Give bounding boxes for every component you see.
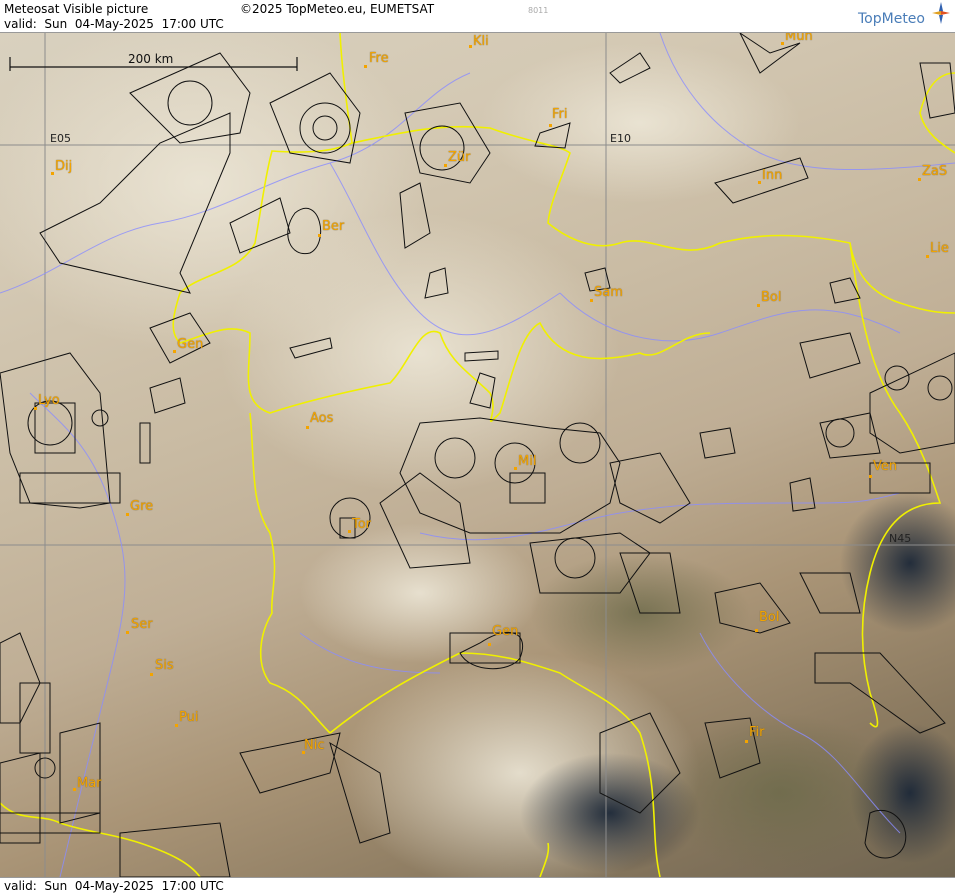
- city-label[interactable]: Fir: [749, 725, 765, 740]
- compass-logo-icon: [932, 2, 950, 24]
- city-label[interactable]: Gre: [130, 499, 153, 514]
- footer-bar: valid: Sun 04-May-2025 17:00 UTC: [0, 877, 955, 893]
- city-label[interactable]: Kli: [473, 34, 489, 49]
- copyright-text: ©2025 TopMeteo.eu, EUMETSAT: [240, 2, 435, 16]
- city-label[interactable]: Tor: [352, 517, 371, 532]
- city-label[interactable]: Lyo: [38, 393, 60, 408]
- image-code: 8011: [528, 6, 549, 15]
- city-label[interactable]: Sam: [594, 285, 623, 300]
- grid-label-n45: N45: [889, 532, 912, 545]
- city-label[interactable]: Fri: [552, 107, 568, 122]
- city-label[interactable]: Ven: [873, 459, 897, 474]
- city-label[interactable]: Zür: [448, 150, 471, 165]
- valid-time: valid: Sun 04-May-2025 17:00 UTC: [4, 17, 224, 31]
- city-label[interactable]: Bol: [761, 290, 781, 305]
- city-label[interactable]: Mun: [785, 33, 813, 44]
- grid-label-e10: E10: [610, 132, 631, 145]
- city-label[interactable]: Ser: [131, 617, 153, 632]
- city-label[interactable]: Mil: [518, 454, 536, 469]
- city-label[interactable]: Pui: [179, 710, 198, 725]
- city-label[interactable]: Dij: [55, 159, 72, 174]
- city-label[interactable]: Fre: [369, 51, 389, 66]
- topmeteo-logo[interactable]: TopMeteo: [858, 2, 950, 27]
- city-label[interactable]: ZaS: [922, 164, 947, 179]
- city-label[interactable]: Lie: [930, 241, 949, 256]
- image-title: Meteosat Visible picture: [4, 2, 149, 16]
- city-label[interactable]: Gen: [177, 337, 203, 352]
- city-label[interactable]: Ber: [322, 219, 344, 234]
- city-label[interactable]: Gen: [492, 624, 518, 639]
- scale-bar-label: 200 km: [128, 52, 174, 66]
- city-label[interactable]: Aos: [310, 411, 333, 426]
- city-label[interactable]: Mar: [77, 776, 102, 791]
- map-overlay: [0, 33, 955, 877]
- grid-label-e05: E05: [50, 132, 71, 145]
- city-label[interactable]: Nic: [304, 738, 324, 753]
- satellite-map[interactable]: 200 km E05 E10 N45 Kli Mun Fre Fri Dij Z…: [0, 33, 955, 877]
- city-label[interactable]: Sis: [155, 658, 174, 673]
- map-viewer: Meteosat Visible picture ©2025 TopMeteo.…: [0, 0, 955, 893]
- header-bar: Meteosat Visible picture ©2025 TopMeteo.…: [0, 0, 955, 33]
- logo-text: TopMeteo: [858, 11, 925, 27]
- city-label[interactable]: Inn: [762, 168, 782, 183]
- footer-valid-time: valid: Sun 04-May-2025 17:00 UTC: [4, 879, 224, 893]
- city-label[interactable]: Bol: [759, 610, 779, 625]
